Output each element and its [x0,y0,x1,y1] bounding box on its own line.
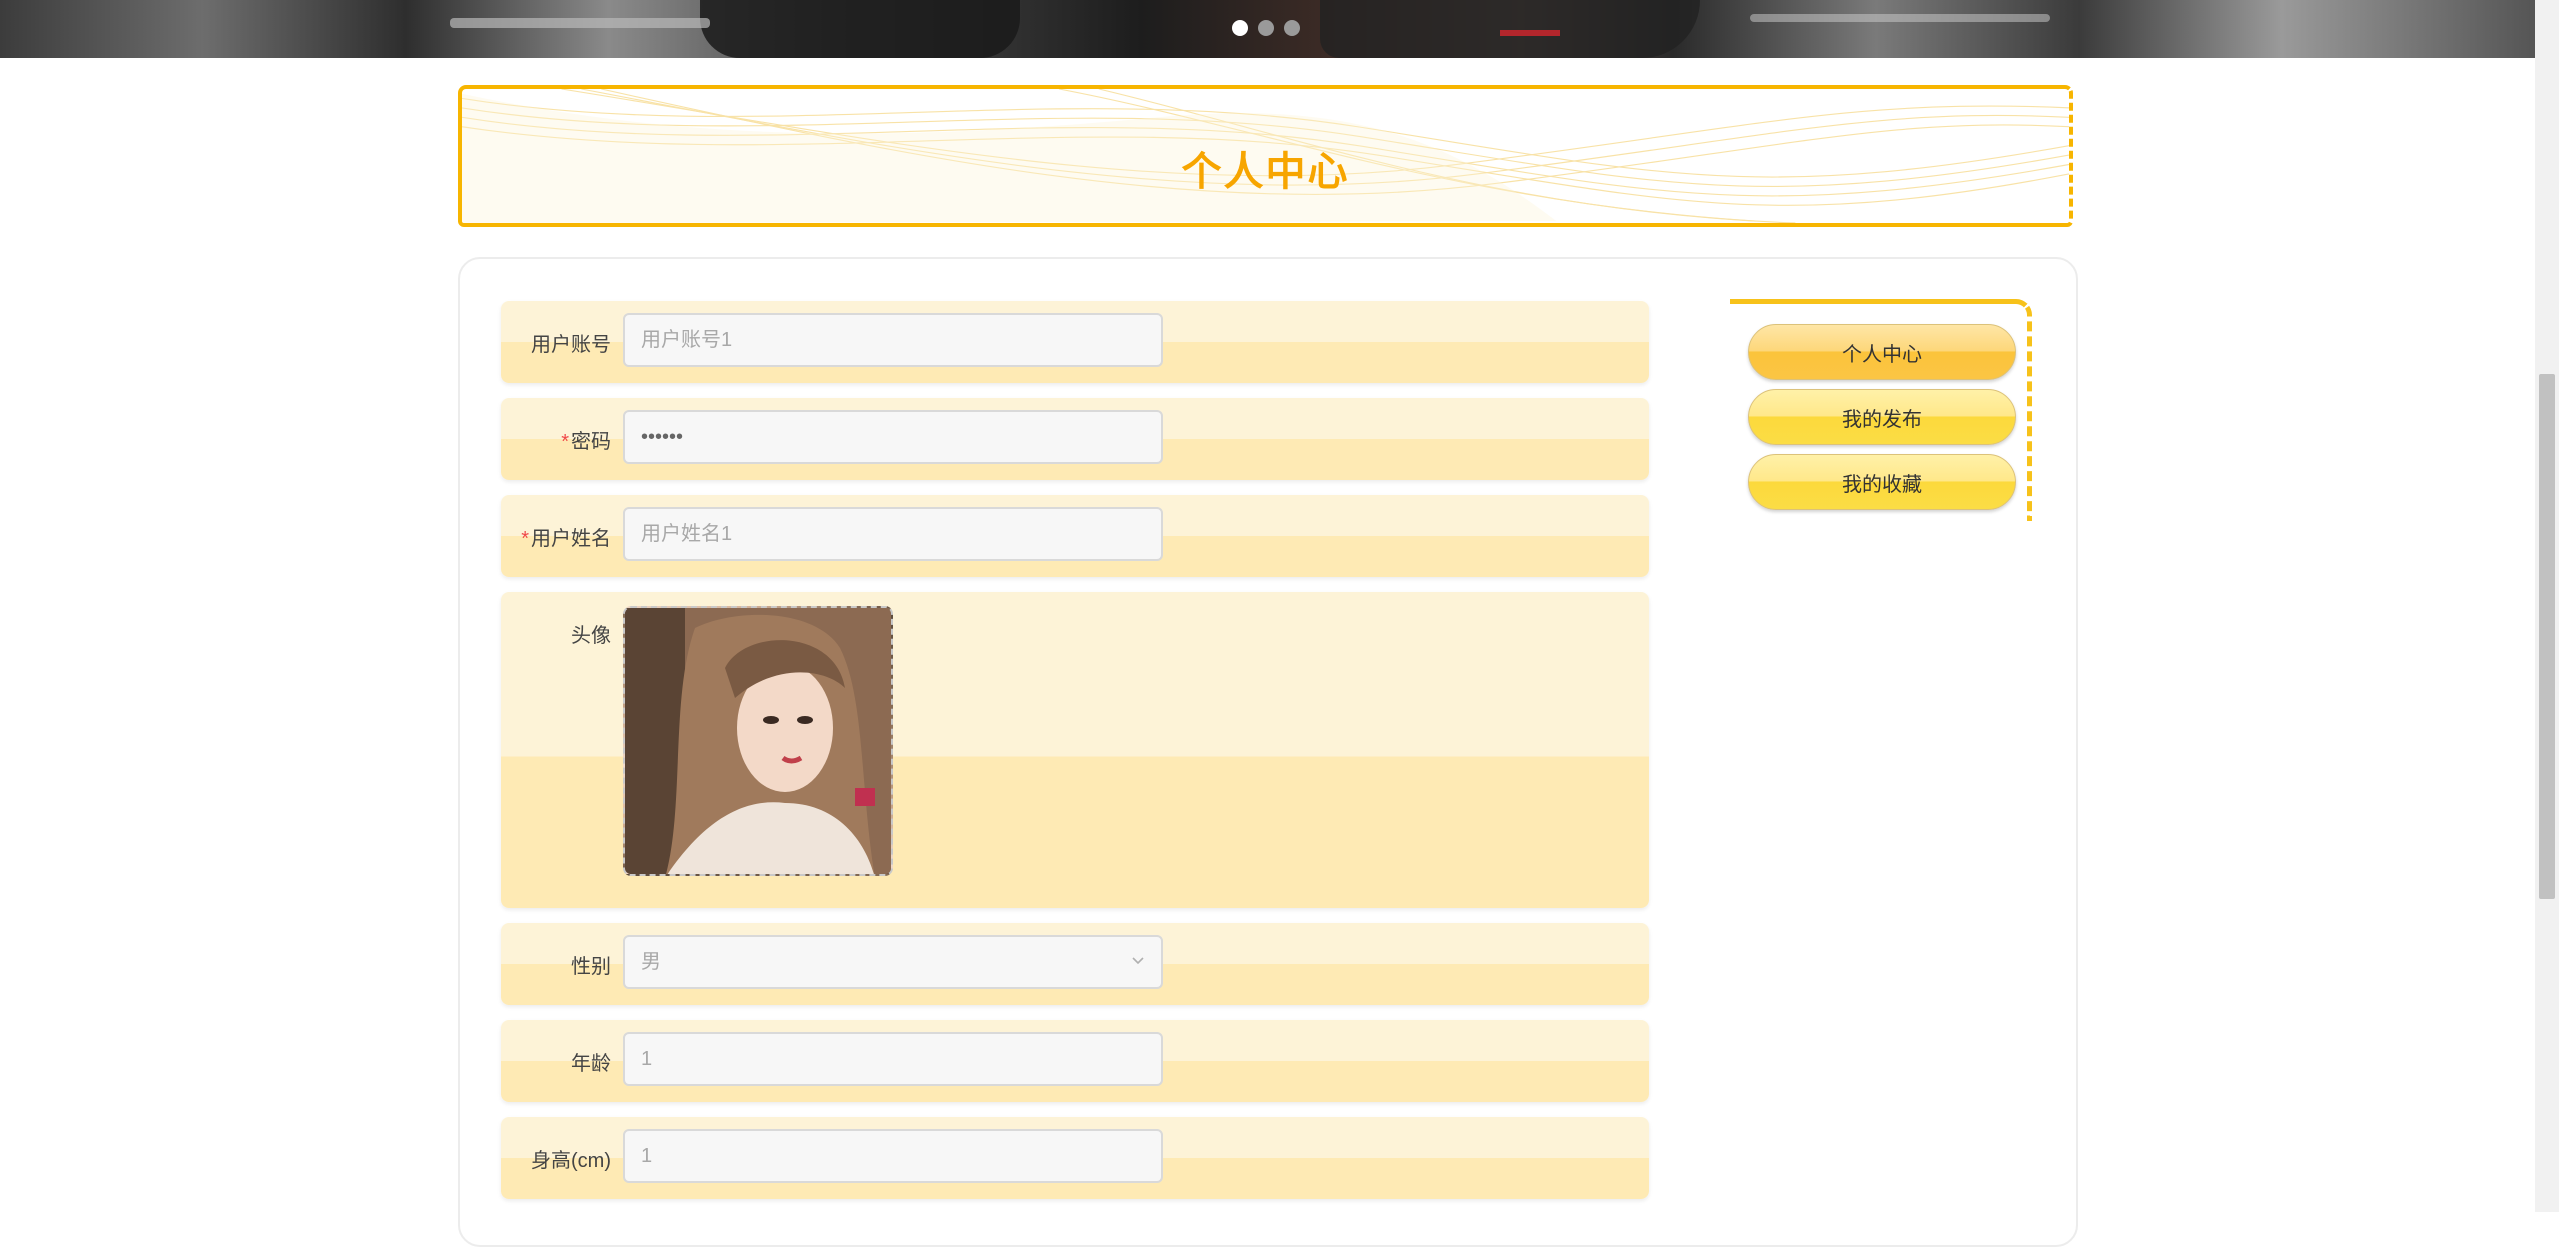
carousel-dot-1[interactable] [1232,20,1248,36]
name-input[interactable] [623,507,1163,561]
account-input[interactable] [623,313,1163,367]
required-asterisk: * [561,431,569,453]
gender-label: 性别 [571,956,611,978]
password-input[interactable] [623,410,1163,464]
form-row-name: * 用户姓名 [501,495,1649,577]
gender-selected-value: 男 [641,951,661,973]
carousel-indicators [1232,20,1300,36]
avatar-label: 头像 [571,625,611,647]
scrollbar-thumb[interactable] [2539,374,2555,899]
banner-image-detail [1750,14,2050,22]
form-row-gender: 性别 男 [501,923,1649,1005]
avatar-upload[interactable] [623,606,893,876]
page-title: 个人中心 [1181,150,1350,194]
form-row-height: 身高(cm) [501,1117,1649,1199]
form-row-account: 用户账号 [501,301,1649,383]
height-input[interactable] [623,1129,1163,1183]
height-label: 身高(cm) [531,1150,611,1172]
form-row-age: 年龄 [501,1020,1649,1102]
menu-item-my-favorites[interactable]: 我的收藏 [1748,454,2016,510]
page-scrollbar[interactable] [2535,0,2559,1212]
page-title-box: 个人中心 [458,85,2073,227]
form-row-password: * 密码 [501,398,1649,480]
age-label: 年龄 [571,1053,611,1075]
banner-image-shade [700,0,1020,58]
gender-select[interactable]: 男 [623,935,1163,989]
chevron-down-icon [1132,957,1144,965]
banner-image-detail [1500,30,1560,36]
required-asterisk: * [521,528,529,550]
banner-image-shade [1320,0,1700,58]
side-menu: 个人中心 我的发布 我的收藏 [1730,299,2032,521]
name-label: * 用户姓名 [521,528,611,550]
age-input[interactable] [623,1032,1163,1086]
avatar-image [625,608,891,874]
carousel-dot-2[interactable] [1258,20,1274,36]
menu-item-my-posts[interactable]: 我的发布 [1748,389,2016,445]
account-label: 用户账号 [531,334,611,356]
menu-item-profile[interactable]: 个人中心 [1748,324,2016,380]
banner-image-detail [450,18,710,28]
form-row-avatar: 头像 [501,592,1649,908]
password-label: * 密码 [561,431,611,453]
carousel-banner[interactable] [0,0,2535,58]
profile-panel: 用户账号 *密码 *用户姓名 头像 性别 [458,257,2078,1247]
carousel-dot-3[interactable] [1284,20,1300,36]
